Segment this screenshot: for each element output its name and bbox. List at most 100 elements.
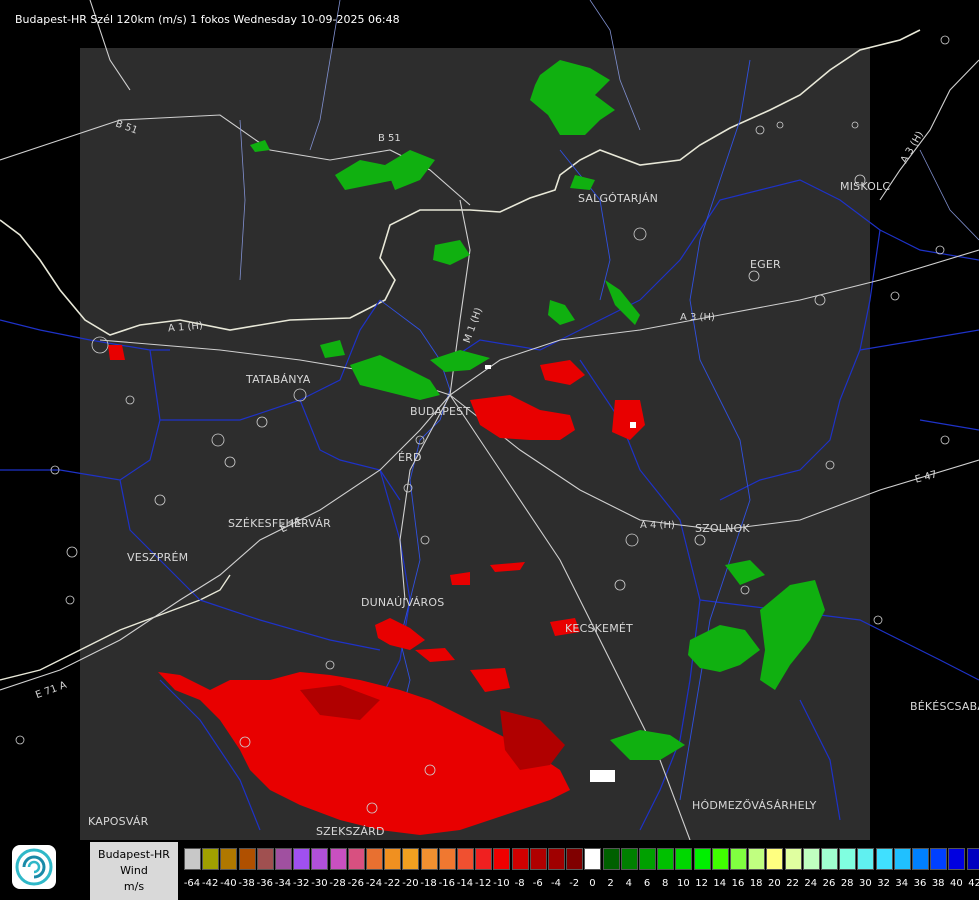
- legend-tick-label: 34: [895, 878, 909, 889]
- legend-tick-label: 8: [662, 878, 669, 889]
- legend-tick-label: -64: [183, 878, 201, 889]
- legend-swatch: [639, 848, 656, 870]
- legend-tick-label: 22: [786, 878, 799, 889]
- legend-tick-label: 30: [859, 878, 872, 889]
- legend-swatch: [548, 848, 565, 870]
- legend-swatch: [384, 848, 402, 870]
- legend-tick-label: 36: [913, 878, 927, 889]
- legend-swatch: [475, 848, 493, 870]
- legend-swatch: [311, 848, 329, 870]
- legend-tick-label: -40: [220, 878, 237, 889]
- legend-tick-label: 10: [677, 878, 690, 889]
- city-label: EGER: [750, 258, 781, 271]
- legend-swatch: [457, 848, 474, 870]
- legend-swatch: [493, 848, 511, 870]
- legend-tick-label: -26: [347, 878, 364, 889]
- color-legend: Budapest-HR Wind m/s -64 -42 -40 -38 -36 -34-…: [90, 842, 979, 900]
- legend-swatch: [912, 848, 929, 870]
- legend-parameter: Wind: [120, 864, 148, 877]
- legend-swatch: [238, 848, 256, 870]
- legend-title-box: Budapest-HR Wind m/s: [90, 842, 178, 900]
- legend-swatch: [438, 848, 456, 870]
- legend-tick-label: -30: [311, 878, 328, 889]
- radar-map: [0, 0, 979, 840]
- legend-tick-label: -24: [365, 878, 383, 889]
- legend-tick-label: -28: [329, 878, 346, 889]
- legend-swatch: [693, 848, 711, 870]
- legend-tick-label: -16: [438, 878, 455, 889]
- legend-tick-label: 16: [731, 878, 745, 889]
- legend-tick-label: -32: [293, 878, 310, 889]
- legend-unit: m/s: [123, 880, 145, 893]
- legend-tick-label: 40: [950, 878, 963, 889]
- legend-tick-label: 42: [968, 878, 979, 889]
- radar-coverage-area: [80, 48, 870, 840]
- city-label: KECSKEMÉT: [565, 622, 633, 635]
- legend-swatch: [275, 848, 292, 870]
- city-label: SALGÓTARJÁN: [578, 192, 659, 205]
- road-label: A 4 (H): [640, 520, 675, 531]
- legend-tick-label: -2: [569, 878, 580, 889]
- legend-swatch: [948, 848, 966, 870]
- legend-swatch: [893, 848, 911, 870]
- legend-tick-label: -12: [475, 878, 492, 889]
- legend-swatch: [657, 848, 675, 870]
- legend-swatch: [966, 848, 979, 870]
- city-label: DUNAÚJVÁROS: [361, 596, 445, 609]
- legend-tick-label: 24: [804, 878, 818, 889]
- legend-tick-label: 28: [840, 878, 854, 889]
- legend-tick-label: 18: [749, 878, 763, 889]
- legend-swatch: [711, 848, 729, 870]
- legend-swatch: [875, 848, 893, 870]
- legend-tick-label: 0: [589, 878, 596, 889]
- legend-swatch: [730, 848, 747, 870]
- legend-swatch: [675, 848, 693, 870]
- legend-tick-label: 2: [607, 878, 614, 889]
- legend-tick-label: -18: [420, 878, 437, 889]
- city-label: MISKOLC: [840, 180, 891, 193]
- legend-swatch: [748, 848, 766, 870]
- page-title: Budapest-HR Szél 120km (m/s) 1 fokos Wed…: [15, 13, 400, 26]
- legend-swatch: [402, 848, 420, 870]
- city-label: BÉKÉSCSABA: [910, 700, 979, 713]
- legend-tick-label: -8: [514, 878, 525, 889]
- city-label: ÉRD: [398, 451, 422, 464]
- legend-tick-label: 26: [822, 878, 836, 889]
- legend-swatch: [620, 848, 638, 870]
- legend-swatch: [420, 848, 438, 870]
- legend-swatch: [857, 848, 875, 870]
- legend-swatch: [256, 848, 274, 870]
- legend-swatch: [839, 848, 857, 870]
- city-label: SZEKSZÁRD: [316, 825, 385, 838]
- legend-swatch: [784, 848, 802, 870]
- legend-swatch: [511, 848, 529, 870]
- legend-swatch: [766, 848, 784, 870]
- legend-tick-label: 6: [643, 878, 651, 889]
- legend-swatch: [930, 848, 948, 870]
- legend-swatch: [566, 848, 584, 870]
- legend-tick-label: 32: [877, 878, 890, 889]
- city-label: VESZPRÉM: [127, 551, 189, 564]
- legend-swatch: [529, 848, 547, 870]
- legend-swatch: [802, 848, 820, 870]
- legend-tick-label: -20: [402, 878, 419, 889]
- legend-tick-label: -36: [256, 878, 273, 889]
- logo: [12, 845, 56, 889]
- city-label: KAPOSVÁR: [88, 815, 149, 828]
- legend-radar-name: Budapest-HR: [98, 848, 170, 861]
- city-label: HÓDMEZŐVÁSÁRHELY: [692, 799, 817, 812]
- omsz-swirl-icon: [15, 848, 53, 886]
- legend-tick-label: -4: [551, 878, 561, 889]
- legend-tick-label: -6: [532, 878, 543, 889]
- legend-swatch: [366, 848, 383, 870]
- legend-swatch: [602, 848, 620, 870]
- legend-tick-label: -34: [274, 878, 292, 889]
- legend-tick-label: 4: [625, 878, 632, 889]
- legend-tick-label: -22: [384, 878, 401, 889]
- legend-tick-label: -38: [238, 878, 255, 889]
- legend-swatch: [347, 848, 365, 870]
- legend-tick-label: -42: [202, 878, 219, 889]
- legend-swatch: [293, 848, 311, 870]
- legend-swatch: [220, 848, 238, 870]
- legend-tick-label: 38: [931, 878, 945, 889]
